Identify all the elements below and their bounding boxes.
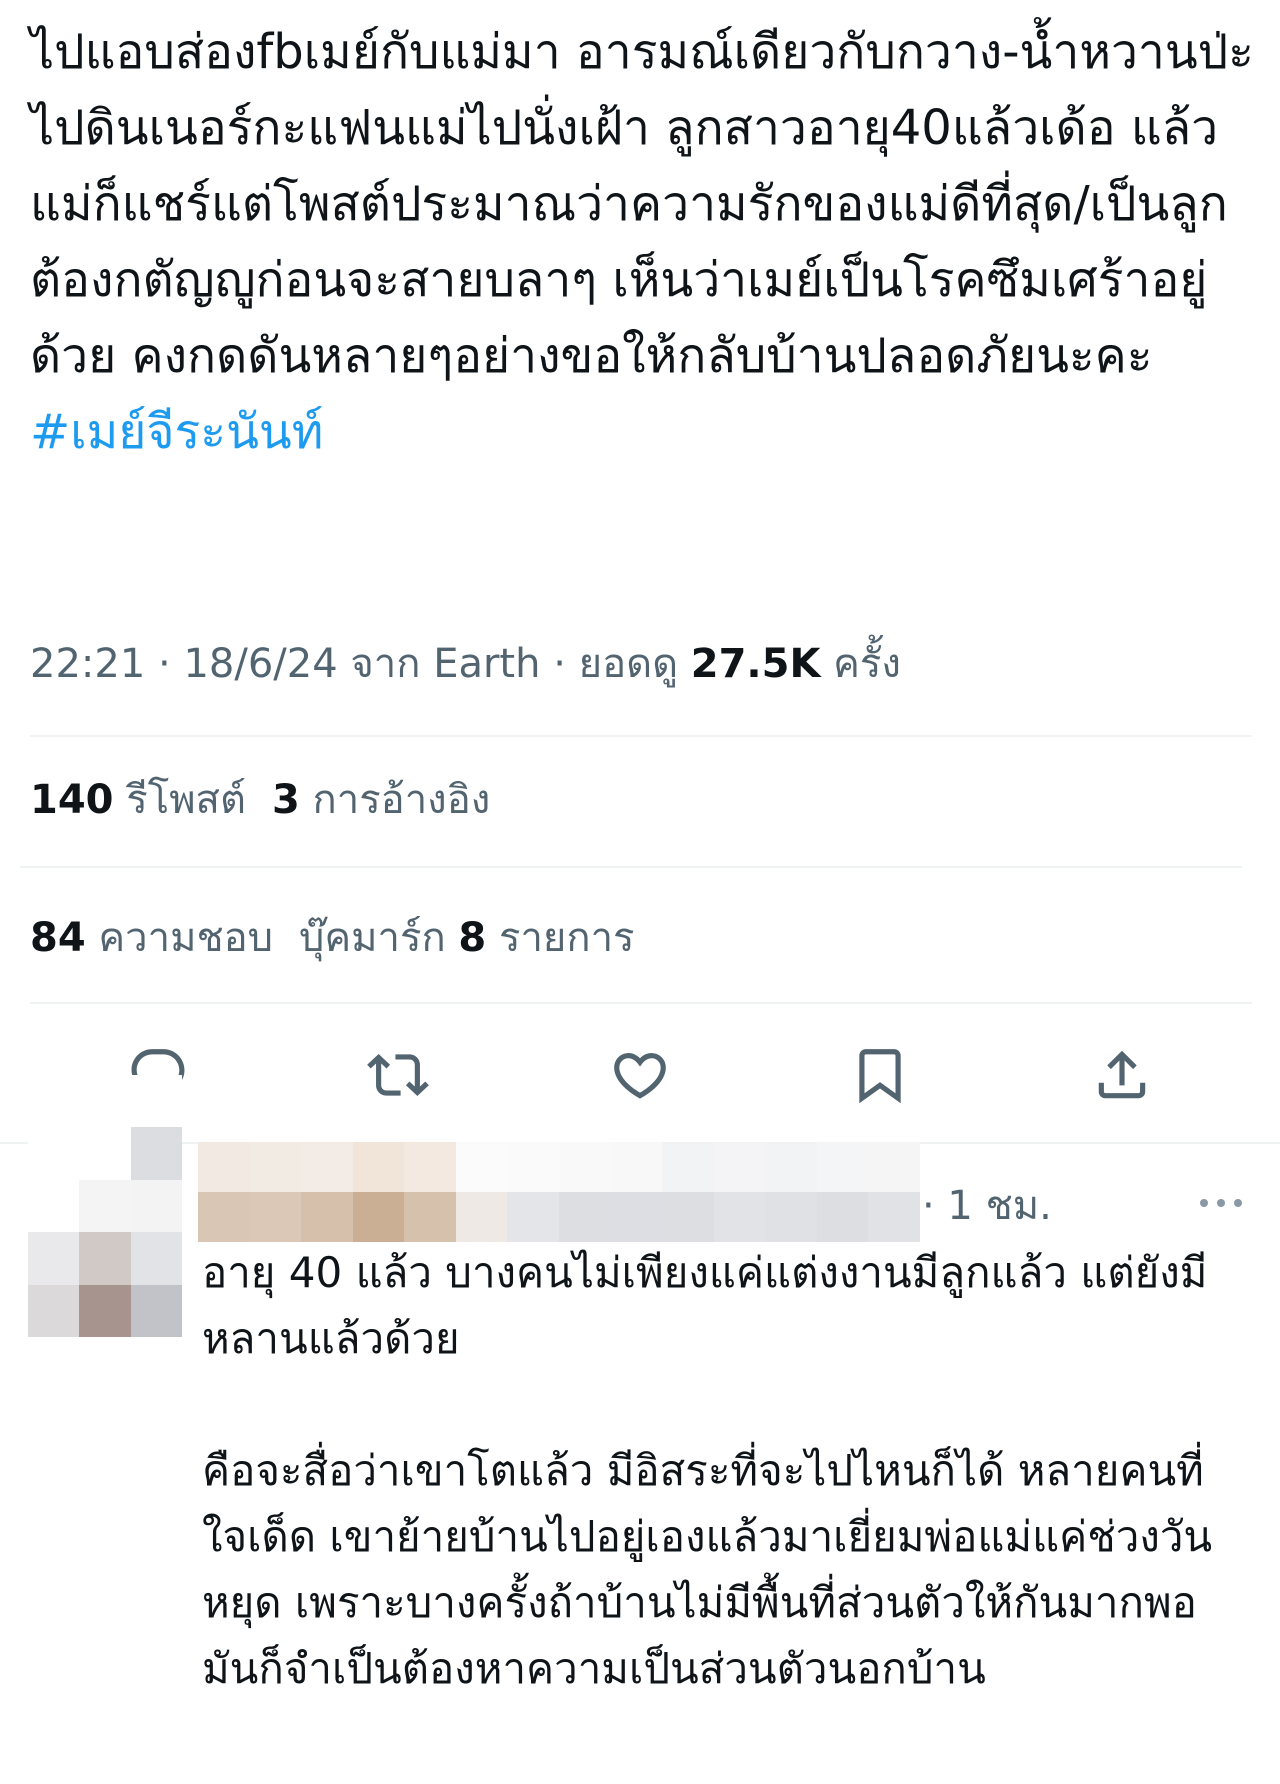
name-pixel <box>404 1192 456 1242</box>
avatar-pixel <box>79 1179 131 1233</box>
meta-separator: · <box>158 641 171 687</box>
repost-button[interactable] <box>358 1035 438 1115</box>
avatar-pixel <box>79 1232 131 1285</box>
bookmark-icon <box>859 1049 901 1104</box>
avatar-pixel <box>28 1179 80 1233</box>
avatar-pixel <box>79 1075 131 1128</box>
repost-stats: 140 รีโพสต์ 3 การอ้างอิง <box>30 770 490 830</box>
name-pixel <box>249 1192 302 1242</box>
name-pixel <box>352 1192 405 1242</box>
name-pixel <box>610 1142 663 1192</box>
bookmark-button[interactable] <box>840 1035 920 1115</box>
avatar-pixel <box>130 1232 182 1285</box>
divider <box>20 866 1242 868</box>
avatar[interactable] <box>28 1075 182 1337</box>
name-pixel <box>662 1192 714 1242</box>
avatar-pixel <box>130 1284 182 1337</box>
name-pixel <box>610 1192 663 1242</box>
name-pixel <box>404 1142 456 1192</box>
likes-count: 84 <box>30 915 86 961</box>
name-pixel <box>559 1192 611 1242</box>
tweet-text: ไปแอบส่องfbเมย์กับแม่มา อารมณ์เดียวกับกว… <box>30 14 1260 470</box>
tweet-time[interactable]: 22:21 <box>30 641 145 687</box>
like-stats: 84 ความชอบ บุ๊คมาร์ก 8 รายการ <box>30 908 635 968</box>
meta-separator: · <box>553 641 566 687</box>
name-pixel <box>559 1142 611 1192</box>
tweet-detail-page: ไปแอบส่องfbเมย์กับแม่มา อารมณ์เดียวกับกว… <box>0 0 1280 1784</box>
action-bar <box>0 1035 1280 1115</box>
reposts-link[interactable]: 140 รีโพสต์ <box>30 777 246 823</box>
hashtag-link[interactable]: #เมย์จีระนันท์ <box>30 404 323 460</box>
name-pixel <box>765 1192 817 1242</box>
name-pixel <box>868 1142 920 1192</box>
reply-author-name[interactable] <box>198 1142 920 1242</box>
reply-time[interactable]: · 1 ชม. <box>922 1176 1052 1236</box>
name-pixel <box>765 1142 817 1192</box>
name-pixel <box>713 1192 766 1242</box>
views-prefix: ยอดดู <box>578 641 679 687</box>
name-pixel <box>713 1142 766 1192</box>
avatar-pixel <box>28 1075 80 1128</box>
divider <box>30 735 1252 737</box>
divider <box>30 1002 1252 1004</box>
reply-text: อายุ 40 แล้ว บางคนไม่เพียงแค่แต่งงานมีลู… <box>202 1240 1242 1702</box>
reply-paragraph: อายุ 40 แล้ว บางคนไม่เพียงแค่แต่งงานมีลู… <box>202 1248 1208 1363</box>
bookmarks-suffix: รายการ <box>498 915 635 961</box>
likes-label: ความชอบ <box>98 915 273 961</box>
name-pixel <box>352 1142 405 1192</box>
like-button[interactable] <box>600 1035 680 1115</box>
name-pixel <box>301 1142 353 1192</box>
name-pixel <box>301 1192 353 1242</box>
reposts-count: 140 <box>30 777 114 823</box>
views-count[interactable]: 27.5K <box>691 641 821 687</box>
likes-link[interactable]: 84 ความชอบ <box>30 915 273 961</box>
quotes-link[interactable]: 3 การอ้างอิง <box>272 777 490 823</box>
avatar-pixel <box>79 1284 131 1337</box>
bookmarks-link[interactable]: บุ๊คมาร์ก 8 รายการ <box>299 915 635 961</box>
views-suffix: ครั้ง <box>833 641 901 687</box>
avatar-pixel <box>79 1127 131 1180</box>
like-icon <box>614 1053 666 1099</box>
name-pixel <box>249 1142 302 1192</box>
repost-icon <box>367 1054 429 1096</box>
bookmarks-prefix: บุ๊คมาร์ก <box>299 915 446 961</box>
name-pixel <box>455 1192 508 1242</box>
name-pixel <box>816 1192 869 1242</box>
name-pixel <box>816 1142 869 1192</box>
name-pixel <box>198 1142 250 1192</box>
share-button[interactable] <box>1082 1035 1162 1115</box>
avatar-pixel <box>130 1127 182 1180</box>
name-pixel <box>455 1142 508 1192</box>
reposts-label: รีโพสต์ <box>126 777 246 823</box>
bookmarks-count: 8 <box>458 915 487 961</box>
quotes-count: 3 <box>271 777 300 823</box>
name-pixel <box>662 1142 714 1192</box>
tweet-date[interactable]: 18/6/24 <box>183 641 337 687</box>
quotes-label: การอ้างอิง <box>312 777 491 823</box>
avatar-pixel <box>130 1075 182 1128</box>
avatar-pixel <box>28 1284 80 1337</box>
name-pixel <box>868 1192 920 1242</box>
name-pixel <box>507 1192 559 1242</box>
tweet-meta: 22:21 · 18/6/24 จาก Earth · ยอดดู 27.5K … <box>30 634 901 694</box>
name-pixel <box>198 1192 250 1242</box>
reply-paragraph: คือจะสื่อว่าเขาโตแล้ว มีอิสระที่จะไปไหนก… <box>202 1446 1213 1693</box>
avatar-pixel <box>28 1127 80 1180</box>
avatar-pixel <box>130 1179 182 1233</box>
tweet-source: Earth <box>433 641 541 687</box>
source-prefix: จาก <box>350 641 421 687</box>
share-icon <box>1098 1050 1146 1099</box>
more-horizontal-icon[interactable] <box>1196 1188 1246 1218</box>
name-pixel <box>507 1142 559 1192</box>
tweet-body: ไปแอบส่องfbเมย์กับแม่มา อารมณ์เดียวกับกว… <box>30 24 1254 384</box>
avatar-pixel <box>28 1232 80 1285</box>
